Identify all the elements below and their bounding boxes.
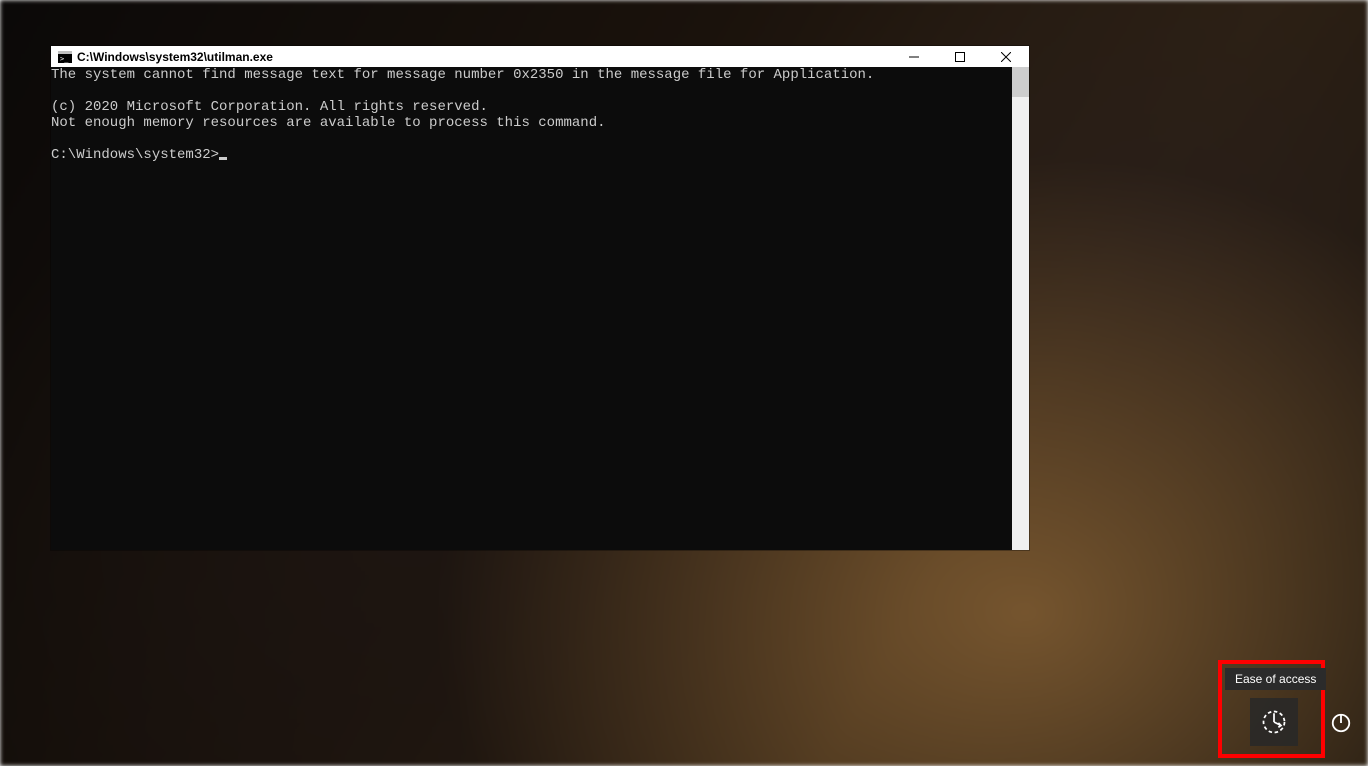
cmd-window: >_ C:\Windows\system32\utilman.exe The s… <box>51 46 1029 550</box>
terminal-line: Not enough memory resources are availabl… <box>51 115 606 131</box>
terminal-output[interactable]: The system cannot find message text for … <box>51 67 1012 550</box>
power-button[interactable] <box>1330 712 1352 734</box>
power-icon <box>1330 712 1352 734</box>
ease-of-access-tooltip: Ease of access <box>1225 668 1326 690</box>
window-title: C:\Windows\system32\utilman.exe <box>77 50 273 64</box>
cmd-icon: >_ <box>57 49 73 65</box>
window-client-area: The system cannot find message text for … <box>51 67 1029 550</box>
minimize-icon <box>909 52 919 62</box>
terminal-line: (c) 2020 Microsoft Corporation. All righ… <box>51 99 488 115</box>
maximize-icon <box>955 52 965 62</box>
vertical-scrollbar[interactable] <box>1012 67 1029 550</box>
terminal-prompt: C:\Windows\system32> <box>51 147 219 163</box>
scrollbar-thumb[interactable] <box>1012 67 1029 97</box>
ease-of-access-button[interactable] <box>1250 698 1298 746</box>
terminal-line: The system cannot find message text for … <box>51 67 874 83</box>
svg-text:>_: >_ <box>60 55 69 63</box>
ease-of-access-icon <box>1260 708 1288 736</box>
tooltip-text: Ease of access <box>1235 672 1316 686</box>
title-bar[interactable]: >_ C:\Windows\system32\utilman.exe <box>51 46 1029 67</box>
maximize-button[interactable] <box>937 46 983 67</box>
minimize-button[interactable] <box>891 46 937 67</box>
close-button[interactable] <box>983 46 1029 67</box>
close-icon <box>1001 52 1011 62</box>
cursor <box>219 157 227 160</box>
